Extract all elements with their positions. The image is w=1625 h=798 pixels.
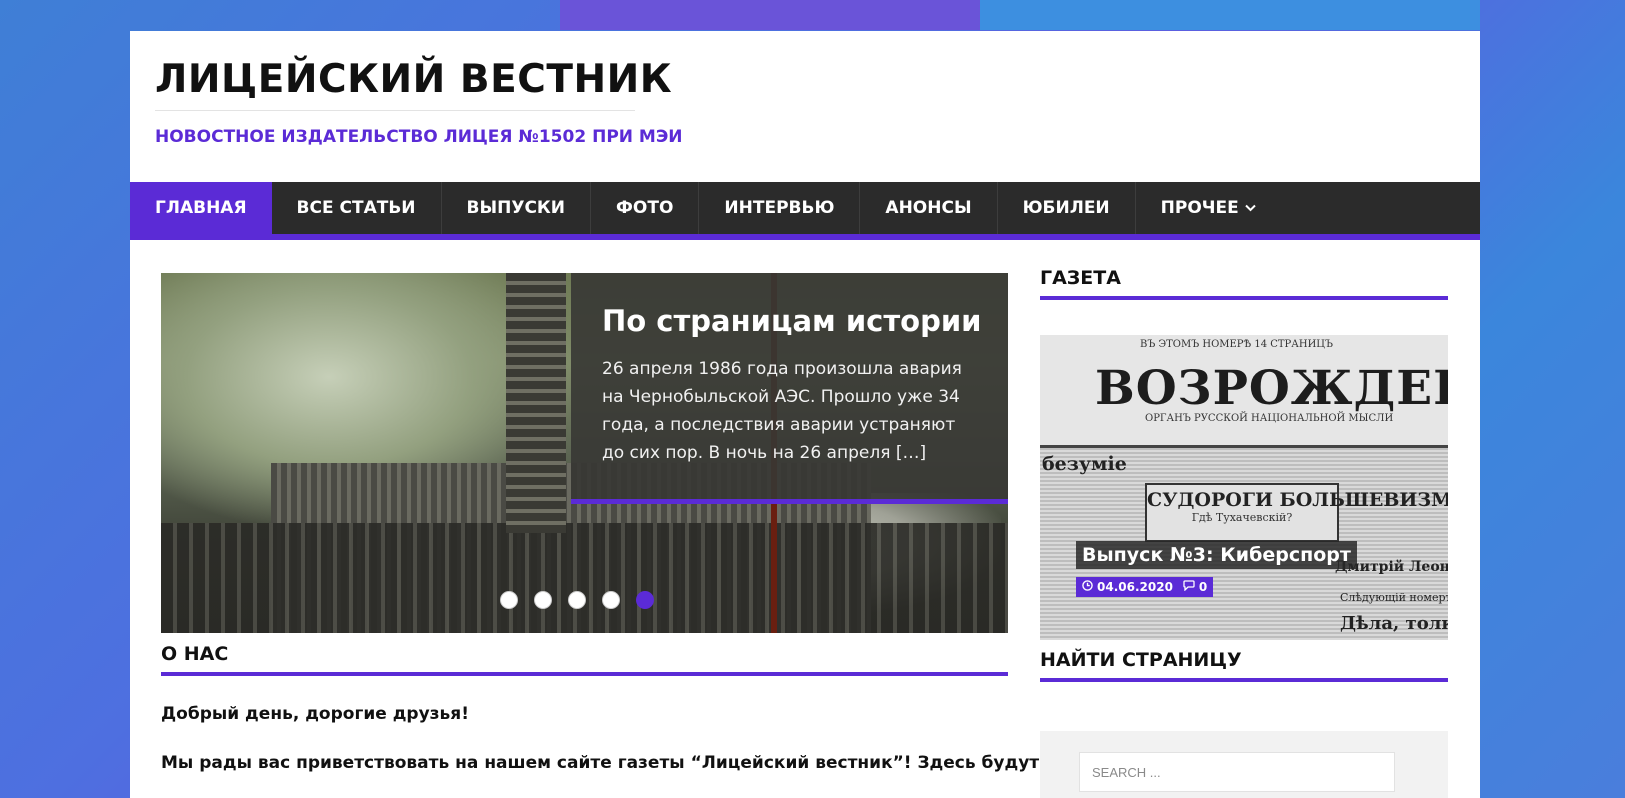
slide-image-foreground <box>161 523 1008 633</box>
slider-pagination <box>500 591 670 609</box>
background-shape <box>560 0 980 30</box>
nav-item-label: ГЛАВНАЯ <box>155 198 247 218</box>
page-container: ЛИЦЕЙСКИЙ ВЕСТНИК НОВОСТНОЕ ИЗДАТЕЛЬСТВО… <box>130 31 1480 798</box>
site-description: НОВОСТНОЕ ИЗДАТЕЛЬСТВО ЛИЦЕЯ №1502 ПРИ М… <box>155 127 683 147</box>
background-shape <box>980 0 1480 30</box>
newspaper-column-text: Дѣла, толки, <box>1340 613 1448 634</box>
chevron-down-icon <box>1245 201 1256 215</box>
nav-item-label: ЮБИЛЕИ <box>1022 198 1110 218</box>
newspaper-column-text: безумiе <box>1042 453 1127 475</box>
newspaper-headline-box: СУДОРОГИ БОЛЬШЕВИЗМА Гдѣ Тухачевскiй? <box>1145 483 1448 542</box>
slide-excerpt: 26 апреля 1986 года произошла авария на … <box>602 359 962 463</box>
slider-dot[interactable] <box>500 591 518 609</box>
nav-item-label: ИНТЕРВЬЮ <box>724 198 835 218</box>
slider-dot[interactable] <box>534 591 552 609</box>
search-widget <box>1040 731 1448 798</box>
nav-item-label: ПРОЧЕЕ <box>1160 198 1239 218</box>
newspaper-title: ВОЗРОЖДЕНIЕ <box>1095 361 1448 416</box>
slider-dot[interactable] <box>602 591 620 609</box>
nav-item-label: АНОНСЫ <box>885 198 972 218</box>
nav-item-label: ФОТО <box>616 198 674 218</box>
newspaper-small-text: ВЪ ЭТОМЪ НОМЕРѢ 14 СТРАНИЦЪ <box>1140 339 1333 350</box>
nav-item-issues[interactable]: ВЫПУСКИ <box>442 182 592 234</box>
slider-dot-active[interactable] <box>636 591 654 609</box>
search-input[interactable] <box>1079 752 1395 792</box>
gazeta-widget-title: ГАЗЕТА <box>1040 267 1448 300</box>
newspaper-subheadline: Гдѣ Тухачевскiй? <box>1191 511 1293 524</box>
about-greeting: Добрый день, дорогие друзья! <box>161 704 469 724</box>
issue-comments-count[interactable]: 0 <box>1199 580 1207 594</box>
nav-item-anniversaries[interactable]: ЮБИЛЕИ <box>998 182 1136 234</box>
newspaper-masthead: ВЪ ЭТОМЪ НОМЕРѢ 14 СТРАНИЦЪ ВОЗРОЖДЕНIЕ … <box>1040 335 1448 448</box>
issue-date: 04.06.2020 <box>1097 580 1173 594</box>
nav-item-other[interactable]: ПРОЧЕЕ <box>1136 182 1281 234</box>
site-title[interactable]: ЛИЦЕЙСКИЙ ВЕСТНИК <box>155 57 672 111</box>
clock-icon <box>1082 580 1093 594</box>
slider-dot[interactable] <box>568 591 586 609</box>
issue-title[interactable]: Выпуск №3: Киберспорт <box>1076 541 1357 569</box>
main-nav: ГЛАВНАЯ ВСЕ СТАТЬИ ВЫПУСКИ ФОТО ИНТЕРВЬЮ… <box>130 182 1480 240</box>
slide-title[interactable]: По страницам истории <box>602 304 981 338</box>
search-widget-title: НАЙТИ СТРАНИЦУ <box>1040 649 1448 682</box>
slide-caption: По страницам истории 26 апреля 1986 года… <box>571 273 1008 504</box>
featured-slider[interactable]: По страницам истории 26 апреля 1986 года… <box>161 273 1008 633</box>
about-widget-title: О НАС <box>161 643 1008 676</box>
issue-meta: 04.06.2020 0 <box>1076 577 1214 597</box>
nav-item-interview[interactable]: ИНТЕРВЬЮ <box>699 182 861 234</box>
nav-item-label: ВСЕ СТАТЬИ <box>296 198 416 218</box>
newspaper-issue-card[interactable]: ВЪ ЭТОМЪ НОМЕРѢ 14 СТРАНИЦЪ ВОЗРОЖДЕНIЕ … <box>1040 335 1448 640</box>
nav-item-home[interactable]: ГЛАВНАЯ <box>130 182 272 234</box>
nav-item-photo[interactable]: ФОТО <box>591 182 700 234</box>
about-text: Мы рады вас приветствовать на нашем сайт… <box>161 753 1040 773</box>
newspaper-subtitle: ОРГАНЪ РУССКОЙ НАЦIОНАЛЬНОЙ МЫСЛИ <box>1145 413 1394 424</box>
newspaper-headline: СУДОРОГИ БОЛЬШЕВИЗМА <box>1147 489 1448 511</box>
nav-item-announcements[interactable]: АНОНСЫ <box>860 182 998 234</box>
nav-item-all-articles[interactable]: ВСЕ СТАТЬИ <box>272 182 442 234</box>
newspaper-column-text: Слѣдующiй номеръ „ВО <box>1340 591 1448 604</box>
comment-icon <box>1183 580 1195 594</box>
nav-item-label: ВЫПУСКИ <box>466 198 566 218</box>
slide-image-tower <box>506 273 566 533</box>
site-header: ЛИЦЕЙСКИЙ ВЕСТНИК НОВОСТНОЕ ИЗДАТЕЛЬСТВО… <box>130 31 1480 182</box>
